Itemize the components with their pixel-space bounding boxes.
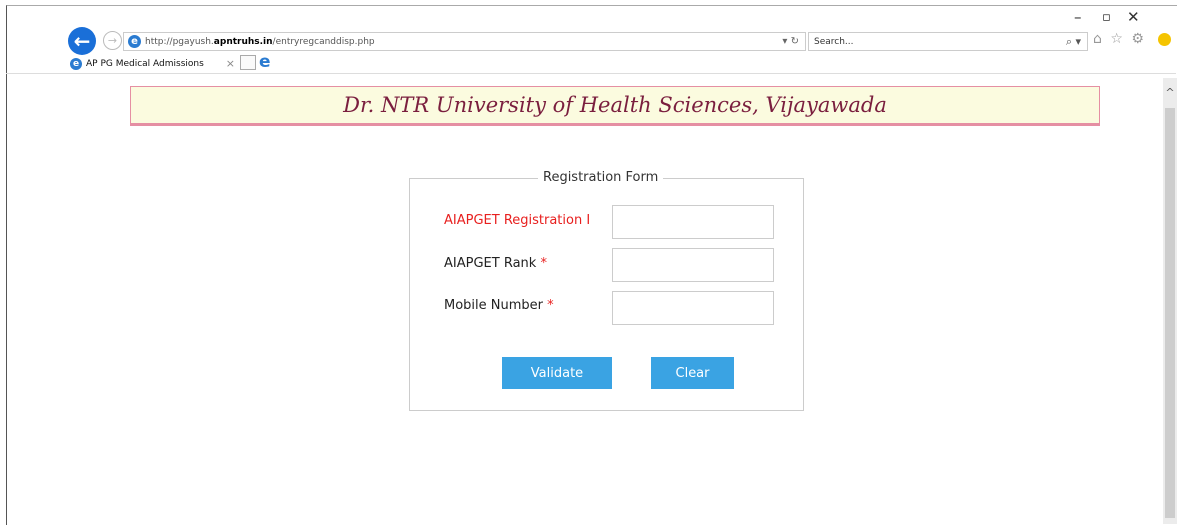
feedback-smiley-icon[interactable] <box>1158 33 1171 46</box>
mobile-label-text: Mobile Number <box>444 298 543 313</box>
scroll-up-icon[interactable]: ^ <box>1163 86 1177 99</box>
tab-divider <box>6 73 1176 74</box>
form-legend: Registration Form <box>538 170 664 185</box>
search-placeholder: Search... <box>814 36 854 47</box>
rank-input[interactable] <box>612 248 774 282</box>
registration-label-text: AIAPGET Registration I <box>444 213 591 228</box>
registration-label: AIAPGET Registration I <box>444 213 590 228</box>
rank-label-text: AIAPGET Rank <box>444 256 537 271</box>
tab-title: AP PG Medical Admissions <box>86 58 204 69</box>
url-host: apntruhs.in <box>213 36 273 47</box>
minimize-icon[interactable]: – <box>1074 8 1082 26</box>
validate-button[interactable]: Validate <box>502 357 612 389</box>
search-icon[interactable]: ⌕ ▾ <box>1066 35 1081 49</box>
required-asterisk: * <box>540 256 547 271</box>
registration-input[interactable] <box>612 205 774 239</box>
new-tab-button[interactable] <box>240 55 256 70</box>
close-icon[interactable]: ✕ <box>1127 8 1140 26</box>
banner-title: Dr. NTR University of Health Sciences, V… <box>343 93 887 117</box>
restore-icon[interactable]: ▫ <box>1102 10 1111 25</box>
address-bar[interactable]: e http://pgayush. apntruhs.in/entryregcan… <box>123 32 806 51</box>
forward-arrow-icon: → <box>107 34 118 47</box>
vertical-scrollbar[interactable]: ^ <box>1163 78 1177 524</box>
required-asterisk: * <box>547 298 554 313</box>
tab-close-icon[interactable]: × <box>226 57 235 70</box>
url-prefix: http://pgayush. <box>145 36 214 47</box>
back-button[interactable]: ← <box>68 27 96 55</box>
home-favorites-settings-icons[interactable]: ⌂ ☆ ⚙ <box>1093 31 1146 47</box>
ie-page-icon: e <box>128 35 141 48</box>
ie-tab-icon: e <box>70 57 82 70</box>
search-input[interactable]: Search... ⌕ ▾ <box>808 32 1088 51</box>
edge-icon[interactable]: e <box>259 53 275 71</box>
clear-button[interactable]: Clear <box>651 357 734 389</box>
back-arrow-icon: ← <box>73 29 91 53</box>
refresh-icon[interactable]: ▾ ↻ <box>782 36 799 47</box>
mobile-label: Mobile Number * <box>444 298 554 313</box>
rank-label: AIAPGET Rank * <box>444 256 547 271</box>
tab-ap-pg-medical-admissions[interactable]: e AP PG Medical Admissions × <box>70 55 235 72</box>
university-banner: Dr. NTR University of Health Sciences, V… <box>130 86 1100 126</box>
forward-button[interactable]: → <box>103 31 122 50</box>
url-path: /entryregcanddisp.php <box>272 36 375 47</box>
mobile-input[interactable] <box>612 291 774 325</box>
scrollbar-thumb[interactable] <box>1165 108 1175 518</box>
